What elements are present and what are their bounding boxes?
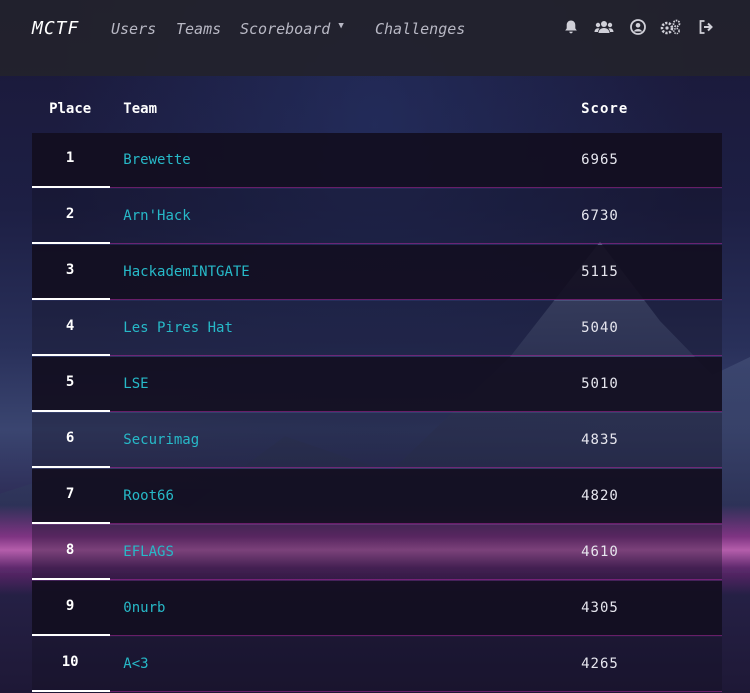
table-row: 5 LSE 5010 [32,357,722,412]
row-score: 5115 [581,264,619,280]
row-place: 8 [65,542,75,558]
user-circle-icon[interactable] [630,19,646,35]
team-link[interactable]: Securimag [108,432,581,448]
table-header: Place Team Score [32,86,722,132]
row-score: 4820 [581,488,619,504]
row-place: 5 [65,374,75,390]
scoreboard-table: Place Team Score 1 Brewette 6965 2 Arn'H… [32,86,722,692]
row-place: 7 [65,486,75,502]
header-score: Score [581,101,629,117]
row-place: 4 [65,318,75,334]
chevron-down-icon: ▼ [338,21,344,31]
header-place: Place [49,101,92,117]
brand-logo[interactable]: MCTF [32,18,79,39]
team-link[interactable]: A<3 [108,656,581,672]
row-score: 6730 [581,208,619,224]
nav-users[interactable]: Users [111,20,156,38]
team-link[interactable]: Arn'Hack [108,208,581,224]
team-link[interactable]: LSE [108,376,581,392]
table-row: 6 Securimag 4835 [32,413,722,468]
team-link[interactable]: EFLAGS [108,544,581,560]
navbar: MCTF Users Teams Scoreboard ▼ Challenges [0,0,750,76]
team-link[interactable]: HackademINTGATE [108,264,581,280]
nav-scoreboard-label: Scoreboard [240,20,331,38]
table-row: 2 Arn'Hack 6730 [32,189,722,244]
row-place: 1 [65,150,75,166]
row-score: 5010 [581,376,619,392]
team-link[interactable]: Root66 [108,488,581,504]
table-row: 9 0nurb 4305 [32,581,722,636]
table-row: 4 Les Pires Hat 5040 [32,301,722,356]
team-link[interactable]: Brewette [108,152,581,168]
row-place: 3 [65,262,75,278]
row-score: 4610 [581,544,619,560]
row-place: 2 [65,206,75,222]
row-score: 4305 [581,600,619,616]
team-link[interactable]: 0nurb [108,600,581,616]
row-score: 4265 [581,656,619,672]
table-row: 7 Root66 4820 [32,469,722,524]
nav-teams[interactable]: Teams [176,20,221,38]
row-place: 10 [61,654,79,670]
users-icon[interactable] [594,19,614,35]
table-row: 1 Brewette 6965 [32,133,722,188]
row-place: 9 [65,598,75,614]
row-score: 6965 [581,152,619,168]
logout-icon[interactable] [698,19,715,35]
header-team: Team [123,101,158,117]
settings-icon[interactable] [660,19,682,35]
team-link[interactable]: Les Pires Hat [108,320,581,336]
table-row: 10 A<3 4265 [32,637,722,692]
row-score: 4835 [581,432,619,448]
row-place: 6 [65,430,75,446]
table-row: 3 HackademINTGATE 5115 [32,245,722,300]
nav-challenges[interactable]: Challenges [375,20,465,38]
bell-icon[interactable] [563,19,579,35]
row-score: 5040 [581,320,619,336]
table-row: 8 EFLAGS 4610 [32,525,722,580]
nav-scoreboard[interactable]: Scoreboard ▼ [240,20,344,38]
